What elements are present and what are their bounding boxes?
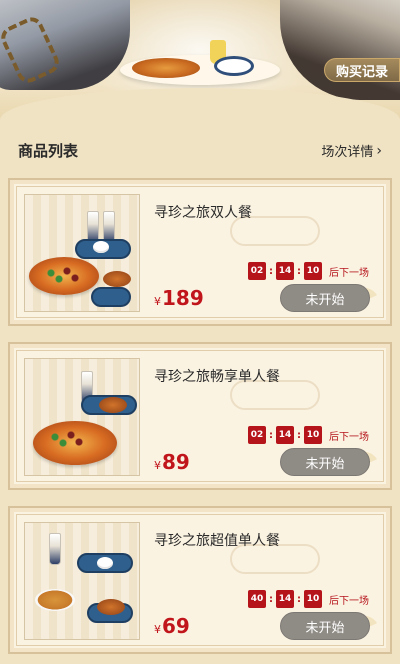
countdown-timer: 02 : 14 : 10 后下一场 (248, 262, 369, 280)
product-card-2[interactable]: 寻珍之旅畅享单人餐 02 : 14 : 10 后下一场 ¥ 89 未开始 (8, 342, 392, 490)
chicken-wings (103, 271, 131, 287)
countdown-seconds: 10 (304, 590, 322, 608)
list-header: 商品列表 场次详情 › (0, 120, 400, 176)
rice (97, 557, 113, 569)
next-session-label: 后下一场 (329, 595, 369, 607)
tray (91, 287, 131, 307)
chicken-wings (99, 397, 127, 413)
product-image (24, 194, 140, 312)
countdown-hours: 02 (248, 426, 266, 444)
main-content: 商品列表 场次详情 › 寻珍之旅双人餐 02 : 14 : 10 后下一场 ¥ … (0, 120, 400, 664)
not-started-button[interactable]: 未开始 (280, 448, 370, 476)
next-session-label: 后下一场 (329, 431, 369, 443)
not-started-button[interactable]: 未开始 (280, 284, 370, 312)
countdown-minutes: 14 (276, 262, 294, 280)
currency-symbol: ¥ (154, 459, 161, 472)
product-image (24, 522, 140, 640)
product-name: 寻珍之旅畅享单人餐 (154, 369, 280, 385)
currency-symbol: ¥ (154, 623, 161, 636)
chicken-wings (97, 599, 125, 615)
product-card-3[interactable]: 寻珍之旅超值单人餐 40 : 14 : 10 后下一场 ¥ 69 未开始 (8, 506, 392, 654)
countdown-minutes: 14 (276, 590, 294, 608)
product-price: ¥ 89 (154, 450, 190, 474)
price-amount: 189 (162, 286, 204, 310)
pasta (35, 589, 75, 611)
product-card-1[interactable]: 寻珍之旅双人餐 02 : 14 : 10 后下一场 ¥ 189 未开始 (8, 178, 392, 326)
product-name: 寻珍之旅超值单人餐 (154, 533, 280, 549)
product-image (24, 358, 140, 476)
chevron-right-icon: › (376, 142, 382, 159)
drink-cup (49, 533, 61, 565)
product-price: ¥ 189 (154, 286, 204, 310)
rice (93, 241, 109, 253)
product-name: 寻珍之旅双人餐 (154, 205, 252, 221)
not-started-button[interactable]: 未开始 (280, 612, 370, 640)
pizza (33, 421, 117, 465)
countdown-hours: 40 (248, 590, 266, 608)
session-details-link[interactable]: 场次详情 › (321, 141, 382, 161)
countdown-minutes: 14 (276, 426, 294, 444)
countdown-seconds: 10 (304, 426, 322, 444)
product-price: ¥ 69 (154, 614, 190, 638)
hero-plate-image (214, 56, 254, 76)
countdown-seconds: 10 (304, 262, 322, 280)
price-amount: 69 (162, 614, 190, 638)
pizza (29, 257, 99, 295)
countdown-hours: 02 (248, 262, 266, 280)
buy-record-button[interactable]: 购买记录 (324, 58, 400, 82)
session-details-label: 场次详情 (321, 145, 374, 160)
price-amount: 89 (162, 450, 190, 474)
currency-symbol: ¥ (154, 295, 161, 308)
next-session-label: 后下一场 (329, 267, 369, 279)
hero-banner: 购买记录 (0, 0, 400, 120)
countdown-timer: 02 : 14 : 10 后下一场 (248, 426, 369, 444)
countdown-timer: 40 : 14 : 10 后下一场 (248, 590, 369, 608)
page-title: 商品列表 (18, 142, 79, 160)
hero-pizza-image (132, 58, 200, 78)
